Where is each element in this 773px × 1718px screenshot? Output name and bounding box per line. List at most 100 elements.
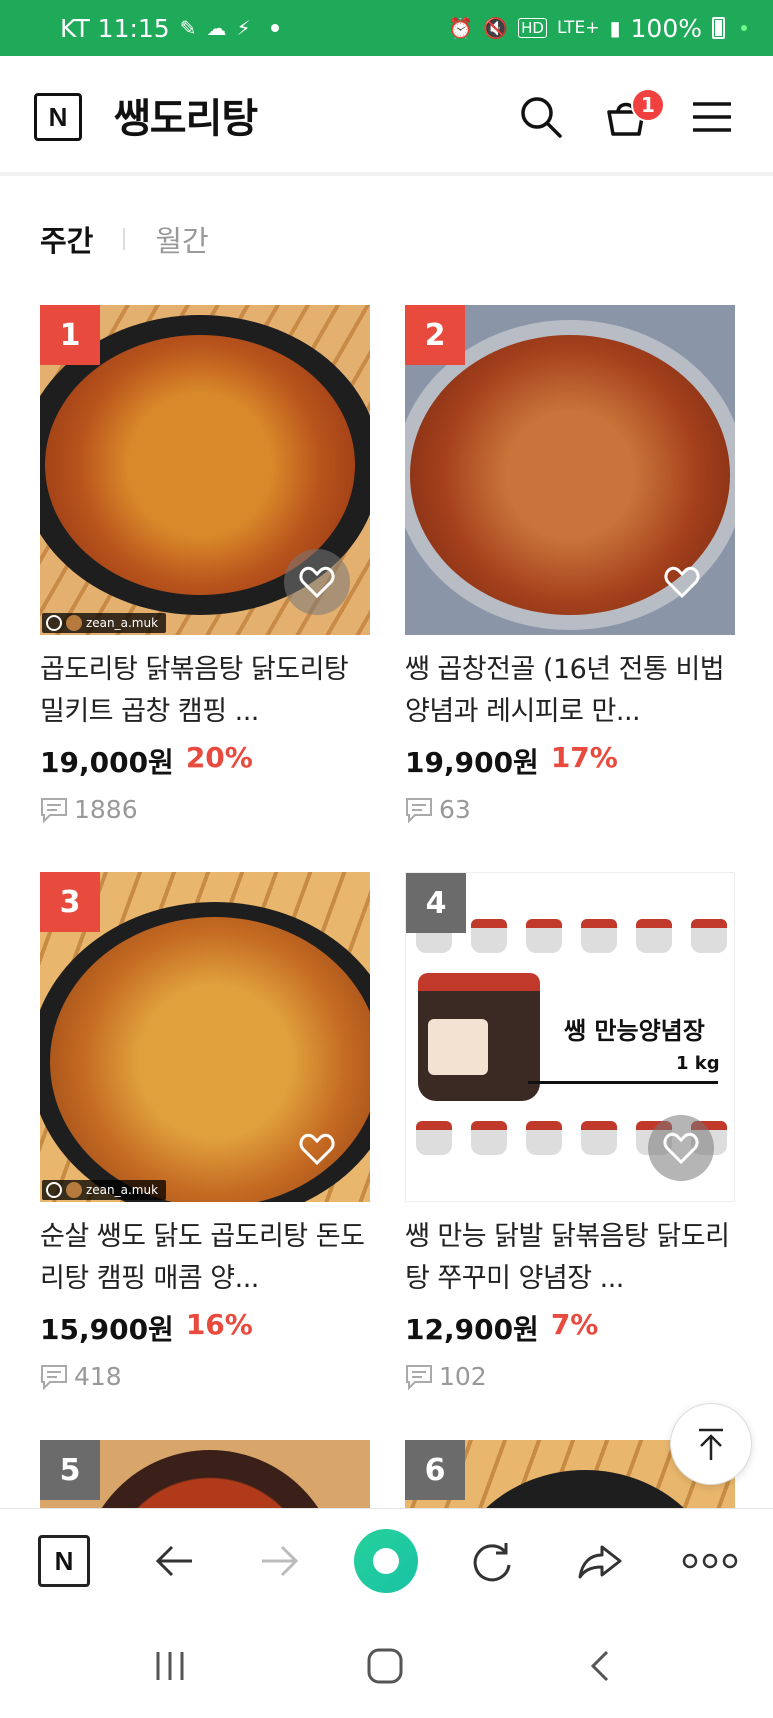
app-icon: ⚡	[236, 16, 251, 40]
product-image[interactable]: 쌩 만능양념장 1 kg 4	[405, 872, 735, 1202]
status-carrier-time: KT 11:15	[60, 13, 170, 43]
wishlist-heart-icon[interactable]	[648, 1115, 714, 1181]
product-card[interactable]: 1 zean_a.muk 곱도리탕 닭볶음탕 닭도리탕 밀키트 곱창 캠핑 ..…	[40, 305, 370, 824]
sauce-jar-image	[418, 973, 540, 1101]
product-image[interactable]: 2	[405, 305, 735, 635]
mute-icon: 🔇	[483, 16, 509, 40]
product-card[interactable]: 5	[40, 1440, 370, 1510]
product-image[interactable]: 1 zean_a.muk	[40, 305, 370, 635]
hd-badge: HD	[518, 18, 547, 38]
rank-badge: 2	[405, 305, 465, 365]
comment-icon	[406, 797, 432, 823]
naver-home-button[interactable]: N	[38, 1535, 90, 1587]
rank-badge: 4	[406, 873, 466, 933]
discount-rate: 16%	[185, 1308, 253, 1341]
browser-toolbar: N	[0, 1508, 773, 1612]
pen-icon: ✎	[179, 16, 197, 40]
home-icon[interactable]	[365, 1648, 405, 1684]
image-underline	[528, 1081, 718, 1084]
scroll-to-top-button[interactable]	[670, 1403, 752, 1485]
status-bar: KT 11:15 ✎ ☁ ⚡ ⏰ 🔇 HD LTE+ ▮ 100%	[0, 0, 773, 56]
refresh-icon[interactable]	[466, 1535, 518, 1587]
product-title[interactable]: 쌩 만능 닭발 닭볶음탕 닭도리탕 쭈꾸미 양념장 ...	[405, 1216, 735, 1300]
green-dot-button[interactable]	[354, 1529, 418, 1593]
arrow-up-icon	[699, 1428, 723, 1460]
comment-icon	[41, 1364, 67, 1390]
tab-divider	[123, 228, 126, 250]
period-tabs: 주간 월간	[40, 218, 209, 260]
comment-icon	[406, 1364, 432, 1390]
uploader-name: zean_a.muk	[86, 1183, 159, 1197]
product-price: 19,000원	[40, 746, 174, 779]
review-count-value: 63	[439, 795, 471, 824]
review-count: 1886	[40, 795, 370, 824]
wishlist-heart-icon[interactable]	[649, 549, 715, 615]
search-icon[interactable]	[516, 92, 566, 142]
wishlist-heart-icon[interactable]	[284, 1116, 350, 1182]
product-card[interactable]: 3 zean_a.muk 순살 쌩도 닭도 곱도리탕 돈도리탕 캠핑 매콤 양.…	[40, 872, 370, 1391]
notification-dot-icon	[270, 24, 279, 32]
product-price: 15,900원	[40, 1313, 174, 1346]
back-arrow-icon[interactable]	[148, 1535, 200, 1587]
comment-icon	[41, 797, 67, 823]
product-image[interactable]: 5	[40, 1440, 370, 1510]
store-title[interactable]: 쌩도리탕	[114, 86, 258, 144]
share-icon[interactable]	[574, 1535, 626, 1587]
cloud-icon: ☁	[206, 16, 227, 40]
review-count-value: 102	[439, 1362, 487, 1391]
uploader-tag: zean_a.muk	[42, 1180, 167, 1200]
product-title[interactable]: 순살 쌩도 닭도 곱도리탕 돈도리탕 캠핑 매콤 양...	[40, 1216, 370, 1300]
store-header: N 쌩도리탕 1	[0, 56, 773, 176]
product-price: 19,900원	[405, 746, 539, 779]
system-nav-bar	[0, 1612, 773, 1718]
naver-logo[interactable]: N	[34, 93, 82, 141]
price-line: 19,000원 20%	[40, 741, 370, 781]
more-icon[interactable]	[680, 1535, 740, 1587]
image-weight: 1 kg	[676, 1053, 720, 1074]
tab-monthly[interactable]: 월간	[155, 218, 208, 260]
cart-count-badge: 1	[631, 88, 665, 122]
privacy-dot-icon	[741, 25, 747, 31]
alarm-icon: ⏰	[448, 16, 474, 40]
status-left: KT 11:15 ✎ ☁ ⚡	[60, 14, 279, 43]
repost-icon	[46, 1182, 62, 1198]
rank-badge: 5	[40, 1440, 100, 1500]
network-label: LTE+	[557, 18, 600, 38]
product-card[interactable]: 쌩 만능양념장 1 kg 4 쌩 만능 닭발 닭볶음탕 닭도리탕 쭈꾸미 양념장…	[405, 872, 735, 1391]
avatar	[66, 1182, 82, 1198]
discount-rate: 20%	[185, 741, 253, 774]
review-count-value: 418	[74, 1362, 122, 1391]
menu-icon[interactable]	[687, 92, 737, 142]
discount-rate: 17%	[550, 741, 618, 774]
repost-icon	[46, 615, 62, 631]
recent-apps-icon[interactable]	[150, 1648, 190, 1684]
discount-rate: 7%	[550, 1308, 599, 1341]
product-image[interactable]: 3 zean_a.muk	[40, 872, 370, 1202]
price-line: 19,900원 17%	[405, 741, 735, 781]
avatar	[66, 615, 82, 631]
product-price: 12,900원	[405, 1313, 539, 1346]
rank-badge: 1	[40, 305, 100, 365]
uploader-name: zean_a.muk	[86, 616, 159, 630]
wishlist-heart-icon[interactable]	[284, 549, 350, 615]
back-icon[interactable]	[585, 1648, 615, 1684]
tab-weekly[interactable]: 주간	[40, 218, 93, 260]
battery-percent: 100%	[630, 13, 702, 43]
price-line: 15,900원 16%	[40, 1308, 370, 1348]
uploader-tag: zean_a.muk	[42, 613, 167, 633]
review-count: 63	[405, 795, 735, 824]
product-title[interactable]: 곱도리탕 닭볶음탕 닭도리탕 밀키트 곱창 캠핑 ...	[40, 649, 370, 733]
rank-badge: 6	[405, 1440, 465, 1500]
price-line: 12,900원 7%	[405, 1308, 735, 1348]
image-label: 쌩 만능양념장	[564, 1017, 705, 1045]
review-count-value: 1886	[74, 795, 138, 824]
status-right: ⏰ 🔇 HD LTE+ ▮ 100%	[448, 14, 747, 43]
battery-icon	[712, 17, 725, 39]
forward-arrow-icon[interactable]	[254, 1535, 306, 1587]
product-card[interactable]: 2 쌩 곱창전골 (16년 전통 비법양념과 레시피로 만... 19,900원…	[405, 305, 735, 824]
rank-badge: 3	[40, 872, 100, 932]
review-count: 102	[405, 1362, 735, 1391]
product-title[interactable]: 쌩 곱창전골 (16년 전통 비법양념과 레시피로 만...	[405, 649, 735, 733]
review-count: 418	[40, 1362, 370, 1391]
signal-icon: ▮	[609, 16, 621, 40]
